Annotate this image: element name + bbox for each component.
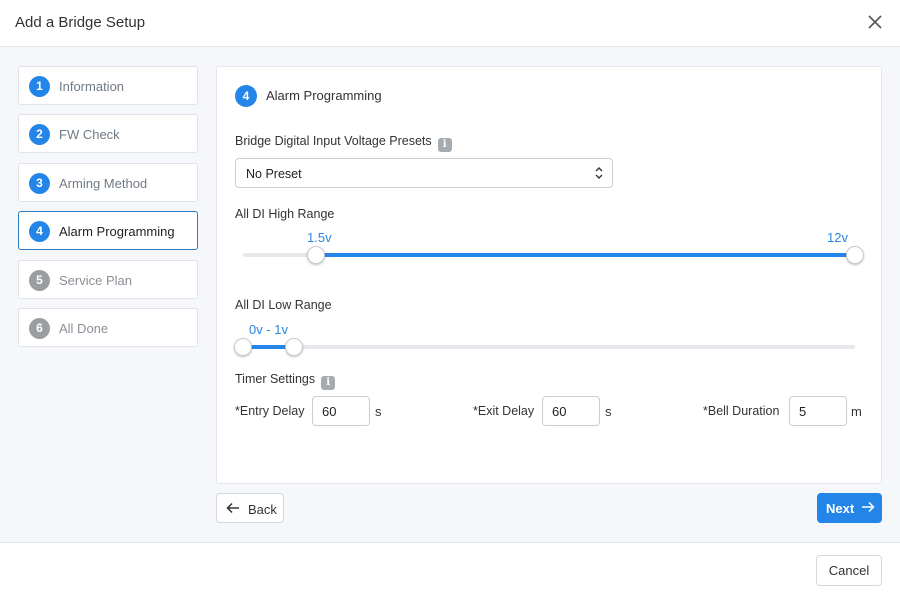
low-range-min-handle[interactable] xyxy=(234,338,252,356)
step-number-badge: 3 xyxy=(29,173,50,194)
step-label: Alarm Programming xyxy=(59,224,175,239)
timer-settings-label-row: Timer Settings i xyxy=(235,372,336,390)
step-arming-method[interactable]: 3 Arming Method xyxy=(18,163,198,202)
high-range-slider-fill xyxy=(316,253,855,257)
presets-label: Bridge Digital Input Voltage Presets xyxy=(235,134,432,148)
step-alarm-programming[interactable]: 4 Alarm Programming xyxy=(18,211,198,250)
step-label: FW Check xyxy=(59,127,120,142)
dialog-body: 1 Information 2 FW Check 3 Arming Method… xyxy=(0,47,900,542)
close-icon[interactable] xyxy=(867,14,883,30)
step-number-badge: 6 xyxy=(29,318,50,339)
alarm-programming-panel: 4 Alarm Programming Bridge Digital Input… xyxy=(216,66,882,484)
exit-delay-label: *Exit Delay xyxy=(473,404,535,418)
exit-delay-input[interactable]: 60 xyxy=(542,396,600,426)
high-range-max-value: 12v xyxy=(827,230,848,245)
bell-duration-input[interactable]: 5 xyxy=(789,396,847,426)
step-number-badge: 2 xyxy=(29,124,50,145)
dialog-footer: Cancel xyxy=(0,542,900,597)
next-button-label: Next xyxy=(826,501,855,516)
step-number-badge: 5 xyxy=(29,270,50,291)
high-range-label: All DI High Range xyxy=(235,207,335,221)
step-label: All Done xyxy=(59,321,109,336)
high-range-max-handle[interactable] xyxy=(846,246,864,264)
voltage-preset-select[interactable]: No Preset xyxy=(235,158,613,188)
step-fw-check[interactable]: 2 FW Check xyxy=(18,114,198,153)
entry-delay-input[interactable]: 60 xyxy=(312,396,370,426)
step-information[interactable]: 1 Information xyxy=(18,66,198,105)
step-label: Service Plan xyxy=(59,273,132,288)
dialog-header: Add a Bridge Setup xyxy=(0,0,900,47)
entry-delay-label: *Entry Delay xyxy=(235,404,305,418)
presets-label-row: Bridge Digital Input Voltage Presets i xyxy=(235,134,452,152)
arrow-left-icon xyxy=(226,502,239,514)
info-icon[interactable]: i xyxy=(321,376,336,390)
high-range-min-value: 1.5v xyxy=(307,230,332,245)
low-range-max-handle[interactable] xyxy=(284,338,303,356)
timer-settings-label: Timer Settings xyxy=(235,372,316,386)
arrow-right-icon xyxy=(862,501,875,513)
bell-duration-label: *Bell Duration xyxy=(703,404,780,418)
exit-delay-unit: s xyxy=(605,404,612,419)
high-range-min-handle[interactable] xyxy=(307,246,326,264)
info-icon[interactable]: i xyxy=(437,138,452,152)
panel-step-badge: 4 xyxy=(235,85,257,107)
low-range-slider-track[interactable] xyxy=(243,345,855,349)
step-label: Arming Method xyxy=(59,176,148,191)
step-label: Information xyxy=(59,79,125,94)
preset-selected-value: No Preset xyxy=(246,167,302,181)
step-number-badge: 4 xyxy=(29,221,50,242)
cancel-button[interactable]: Cancel xyxy=(816,555,882,586)
step-number-badge: 1 xyxy=(29,76,50,97)
bell-duration-unit: m xyxy=(851,404,862,419)
back-button-label: Back xyxy=(248,502,277,517)
back-button[interactable]: Back xyxy=(216,493,284,523)
entry-delay-unit: s xyxy=(375,404,382,419)
next-button[interactable]: Next xyxy=(817,493,882,523)
panel-title: Alarm Programming xyxy=(266,88,382,103)
step-all-done[interactable]: 6 All Done xyxy=(18,308,198,347)
up-down-chevron-icon xyxy=(595,167,603,179)
low-range-value: 0v - 1v xyxy=(249,322,289,337)
low-range-label: All DI Low Range xyxy=(235,298,332,312)
step-service-plan[interactable]: 5 Service Plan xyxy=(18,260,198,299)
dialog-title: Add a Bridge Setup xyxy=(15,14,146,31)
